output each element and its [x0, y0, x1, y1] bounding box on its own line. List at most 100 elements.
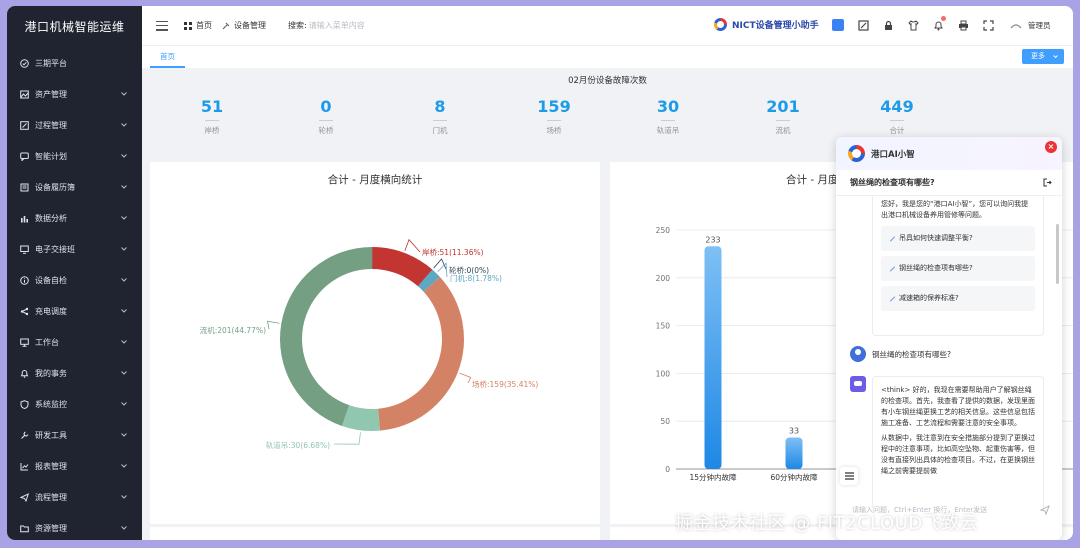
sidebar-item-1[interactable]: 资产管理	[7, 79, 142, 110]
grid-icon	[184, 21, 192, 30]
bar-0[interactable]	[704, 246, 722, 469]
sidebar-item-4[interactable]: 设备履历簿	[7, 172, 142, 203]
search-input[interactable]: 请输入菜单内容	[309, 20, 365, 31]
chevron-down-icon	[120, 493, 128, 501]
menu-search[interactable]: 搜索: 请输入菜单内容	[288, 20, 365, 31]
sidebar-item-10[interactable]: 我的事务	[7, 358, 142, 389]
suggestion-chip[interactable]: 钢丝绳的检查项有哪些?	[881, 256, 1035, 281]
donut-card: 合计 - 月度横向统计 岸桥:51(11.36%) 轮桥:0(0%) 门机:8(1.…	[150, 162, 600, 524]
chat-scrollbar[interactable]	[1056, 224, 1059, 284]
stat-value: 8	[434, 97, 446, 116]
dropdown-icon[interactable]	[832, 19, 844, 31]
chat-topic: 钢丝绳的检查项有哪些?	[836, 170, 1062, 196]
donut-slice-流机[interactable]	[280, 247, 373, 426]
sidebar-item-label: 系统监控	[35, 400, 67, 409]
header-toolbar	[832, 16, 1007, 31]
suggestion-text: 钢丝绳的检查项有哪些?	[899, 264, 973, 272]
wrench-icon	[19, 431, 29, 441]
lock-icon[interactable]	[882, 19, 894, 31]
share-icon	[19, 307, 29, 317]
tool-icon	[222, 22, 230, 29]
shield-icon	[19, 400, 29, 410]
monitor-icon	[19, 245, 29, 255]
sidebar-item-7[interactable]: 设备自检	[7, 265, 142, 296]
sidebar-item-13[interactable]: 报表管理	[7, 451, 142, 482]
sidebar-item-label: 研发工具	[35, 431, 67, 440]
donut-label: 门机:8(1.78%)	[450, 273, 502, 283]
y-tick-label: 50	[660, 417, 670, 426]
stat-item: 201 流机	[743, 97, 823, 136]
printer-icon[interactable]	[957, 19, 969, 31]
chat-title: 港口AI小智	[871, 149, 915, 160]
sidebar-item-11[interactable]: 系统监控	[7, 389, 142, 420]
sidebar-item-3[interactable]: 智能计划	[7, 141, 142, 172]
stat-label: 岸桥	[204, 126, 220, 135]
stat-value: 201	[766, 97, 800, 116]
donut-chart: 岸桥:51(11.36%)轮桥:0(0%)门机:8(1.78%)场桥:159(3…	[200, 238, 538, 450]
app-window: 港口机械智能运维 三期平台 资产管理 过程管理 智能计划 设备履历簿 数据分析 电子交接班设…	[7, 6, 1073, 540]
tabs-bar: 首页 更多	[142, 46, 1073, 68]
sidebar-item-15[interactable]: 资源管理	[7, 513, 142, 540]
fullscreen-icon[interactable]	[982, 19, 994, 31]
sidebar-item-6[interactable]: 电子交接班	[7, 234, 142, 265]
image-icon	[19, 90, 29, 100]
more-button[interactable]: 更多	[1022, 49, 1064, 64]
chevron-down-icon	[120, 152, 128, 160]
sidebar-item-5[interactable]: 数据分析	[7, 203, 142, 234]
pen-icon	[890, 296, 895, 302]
hamburger-icon[interactable]	[156, 20, 168, 31]
top-header: 首页 设备管理 搜索: 请输入菜单内容 NICT设备管理小助手 管理员	[142, 6, 1073, 46]
stat-value: 449	[880, 97, 914, 116]
assistant-link[interactable]: NICT设备管理小助手	[714, 18, 819, 31]
sidebar-menu: 三期平台资产管理过程管理 智能计划设备履历簿数据分析 电子交接班 设备自检 充电调度 工作…	[7, 48, 142, 540]
stat-item: 30 轨道吊	[628, 97, 708, 136]
user-menu[interactable]: 管理员	[1010, 20, 1051, 31]
info-icon	[19, 276, 29, 286]
sidebar-item-label: 三期平台	[35, 59, 67, 68]
stat-divider	[319, 120, 333, 121]
suggestion-chip[interactable]: 吊具如何快速调整平衡?	[881, 226, 1035, 251]
donut-leader-line	[433, 258, 447, 270]
message-icon	[19, 152, 29, 162]
menu-lines-icon[interactable]	[840, 467, 858, 485]
sidebar-item-8[interactable]: 充电调度	[7, 296, 142, 327]
shirt-icon[interactable]	[907, 19, 919, 31]
sidebar-item-12[interactable]: 研发工具	[7, 420, 142, 451]
stat-value: 159	[537, 97, 571, 116]
y-tick-label: 100	[656, 369, 671, 378]
pen-icon	[890, 266, 895, 272]
screenshot-icon[interactable]	[857, 19, 869, 31]
chat-topic-text: 钢丝绳的检查项有哪些?	[850, 178, 935, 187]
pen-icon	[890, 236, 895, 242]
avatar-icon	[1010, 24, 1022, 29]
sidebar-item-label: 资产管理	[35, 90, 67, 99]
book-icon	[19, 183, 29, 193]
bell-icon[interactable]	[932, 16, 946, 31]
stat-item: 449 合计	[857, 97, 937, 136]
stats-title: 02月份设备故障次数	[568, 76, 647, 86]
sidebar-item-2[interactable]: 过程管理	[7, 110, 142, 141]
chat-messages: 您好，我是您的“港口AI小智”，您可以询问我提出港口机械设备养用管修等问题。 吊…	[836, 196, 1062, 508]
suggestion-text: 减速箱的保养标准?	[899, 294, 959, 302]
close-icon[interactable]: ×	[1045, 141, 1057, 153]
sidebar-item-9[interactable]: 工作台	[7, 327, 142, 358]
stat-value: 30	[656, 97, 680, 116]
sidebar-item-14[interactable]: 流程管理	[7, 482, 142, 513]
sidebar-item-0[interactable]: 三期平台	[7, 48, 142, 79]
donut-slice-场桥[interactable]	[378, 276, 464, 431]
send-icon[interactable]	[1040, 505, 1050, 515]
bar-1[interactable]	[785, 437, 803, 469]
bot-welcome-bubble: 您好，我是您的“港口AI小智”，您可以询问我提出港口机械设备养用管修等问题。 吊…	[872, 196, 1044, 336]
y-tick-label: 0	[665, 465, 670, 474]
stat-divider	[433, 120, 447, 121]
y-tick-label: 150	[656, 322, 671, 331]
breadcrumb-device[interactable]: 设备管理	[234, 20, 266, 31]
sidebar-item-label: 设备履历簿	[35, 183, 75, 192]
stat-label: 轨道吊	[656, 126, 680, 135]
stat-value: 51	[200, 97, 224, 116]
breadcrumb-home[interactable]: 首页	[196, 20, 212, 31]
suggestion-chip[interactable]: 减速箱的保养标准?	[881, 286, 1035, 311]
check-circle-icon	[19, 59, 29, 69]
tab-home[interactable]: 首页	[150, 50, 185, 68]
exit-icon[interactable]	[1043, 178, 1052, 187]
